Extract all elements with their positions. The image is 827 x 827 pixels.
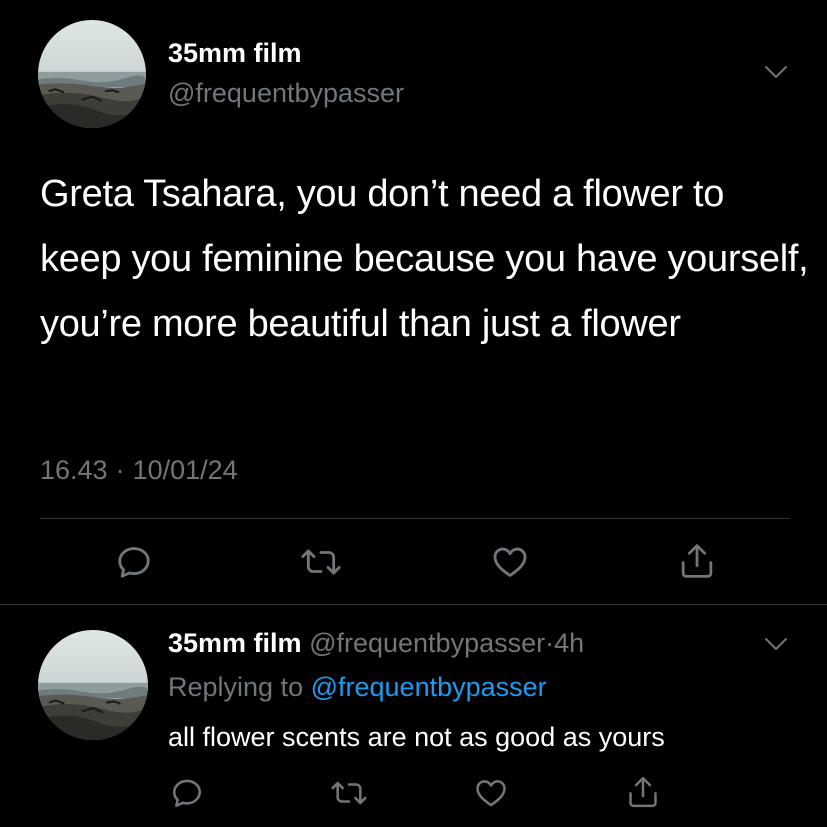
replying-to-line: Replying to @frequentbypasser <box>168 672 547 703</box>
chevron-down-icon[interactable] <box>764 636 788 652</box>
meta-separator: · <box>115 455 125 485</box>
retweet-icon <box>301 549 341 575</box>
author-avatar[interactable] <box>38 20 146 128</box>
reply-text: all flower scents are not as good as you… <box>168 722 665 752</box>
meta-separator: · <box>545 628 555 658</box>
divider <box>0 604 827 605</box>
author-display-name[interactable]: 35mm film <box>168 38 302 69</box>
reply-time-ago[interactable]: 4h <box>554 628 584 658</box>
reply-button[interactable] <box>115 543 153 581</box>
like-button[interactable] <box>490 543 530 581</box>
retweet-button[interactable] <box>300 543 342 581</box>
reply-author-handle[interactable]: @frequentbypasser <box>309 628 545 658</box>
replying-to-label: Replying to <box>168 672 304 702</box>
share-button[interactable] <box>678 541 716 581</box>
like-button[interactable] <box>474 776 508 810</box>
heart-icon <box>476 780 506 807</box>
reply-icon <box>172 779 202 808</box>
heart-icon <box>493 547 527 577</box>
share-icon <box>681 544 713 578</box>
share-button[interactable] <box>626 774 660 810</box>
reply-button[interactable] <box>170 776 204 810</box>
tweet-timestamp[interactable]: 16.43 · 10/01/24 <box>40 455 238 486</box>
tweet-time: 16.43 <box>40 455 108 485</box>
retweet-icon <box>331 781 367 805</box>
tweet-date: 10/01/24 <box>132 455 238 485</box>
tweet-text: Greta Tsahara, you don’t need a flower t… <box>40 173 809 345</box>
reply-author-display-name[interactable]: 35mm film <box>168 628 302 658</box>
beach-avatar-icon <box>38 20 146 128</box>
reply-author-avatar[interactable] <box>38 630 148 740</box>
retweet-button[interactable] <box>330 776 368 810</box>
reply-header: 35mm film @frequentbypasser·4h <box>168 628 584 659</box>
replying-to-handle-link[interactable]: @frequentbypasser <box>311 672 547 702</box>
author-handle[interactable]: @frequentbypasser <box>168 78 404 109</box>
share-icon <box>629 776 657 808</box>
chevron-down-icon[interactable] <box>764 64 788 80</box>
reply-icon <box>118 547 150 578</box>
divider <box>40 518 790 519</box>
beach-avatar-icon <box>38 630 148 740</box>
